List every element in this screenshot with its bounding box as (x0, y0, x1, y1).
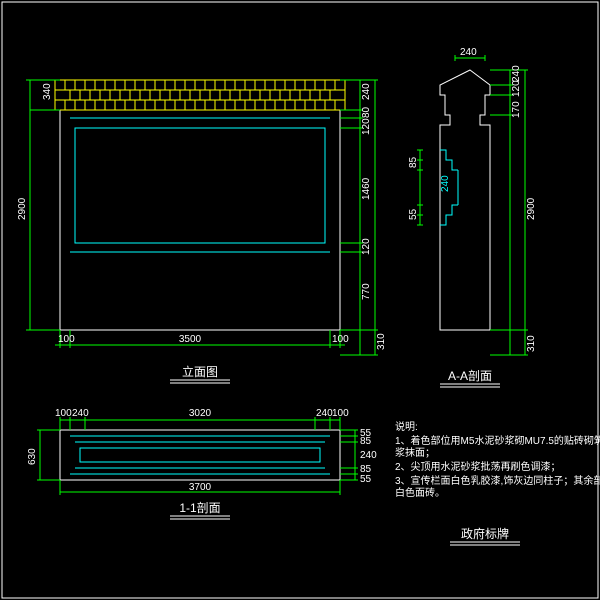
s11-t5: 55 (360, 474, 372, 485)
s11-3700: 3700 (189, 482, 212, 493)
aa-120: 120 (511, 80, 522, 97)
notes-l3b: 白色面砖。 (395, 486, 445, 499)
elevation-title: 立面图 (182, 364, 218, 379)
notes-heading: 说明: (395, 420, 418, 433)
section-aa-title: A-A剖面 (448, 369, 492, 383)
notes-l2: 2、尖顶用水泥砂浆批荡再刷色调漆； (395, 460, 561, 473)
dim-80: 80 (361, 106, 372, 118)
aa-top240: 240 (460, 47, 477, 58)
dim-r100: 100 (332, 334, 349, 345)
s11-3020: 3020 (189, 408, 212, 419)
dim-310: 310 (376, 333, 387, 350)
item-title: 政府标牌 (461, 526, 509, 541)
aa-mid240: 240 (440, 175, 451, 192)
drawing-canvas: 2900 340 240 80 120 1460 120 770 310 (0, 0, 600, 600)
s11-e2b: 240 (316, 408, 333, 419)
s11-630: 630 (27, 448, 38, 465)
aa-s2: 55 (408, 208, 419, 220)
s11-e2a: 240 (72, 408, 89, 419)
s11-t3: 240 (360, 450, 377, 461)
s11-t2: 85 (360, 436, 372, 447)
notes-l1b: 浆抹面； (395, 446, 435, 459)
dim-l100: 100 (58, 334, 75, 345)
aa-s1: 85 (408, 156, 419, 168)
dim-right (340, 80, 378, 355)
section-aa-view: 240 120 170 2900 310 85 55 240 240 A-A剖面 (408, 47, 537, 387)
dim-770: 770 (361, 283, 372, 300)
dim-top-cap: 340 (42, 83, 53, 100)
aa-2900: 2900 (526, 197, 537, 220)
dim-left (26, 80, 60, 330)
aa-310: 310 (526, 335, 537, 352)
notes-l3: 3、宣传栏面白色乳胶漆,饰灰边同柱子；其余部位同 (395, 474, 600, 487)
dim-3500: 3500 (179, 334, 202, 345)
notes-block: 说明: 1、着色部位用M5水泥砂浆砌MU7.5的贴砖砌筑，用水泥砂 浆抹面； 2… (395, 420, 600, 545)
dim-240: 240 (361, 83, 372, 100)
dim-120a: 120 (361, 118, 372, 135)
section-11-view: 630 55 85 240 85 55 100 240 3020 240 100 (27, 408, 377, 519)
dim-1460: 1460 (361, 177, 372, 200)
section-11-title: 1-1剖面 (179, 501, 220, 515)
s11-e1a: 100 (55, 408, 72, 419)
dim-height-total: 2900 (17, 197, 28, 220)
dim-120b: 120 (361, 238, 372, 255)
aa-240: 240 (511, 65, 522, 82)
aa-170: 170 (511, 101, 522, 118)
s11-e1b: 100 (332, 408, 349, 419)
notes-l1: 1、着色部位用M5水泥砂浆砌MU7.5的贴砖砌筑，用水泥砂 (395, 434, 600, 447)
elevation-view: 2900 340 240 80 120 1460 120 770 310 (17, 80, 387, 383)
